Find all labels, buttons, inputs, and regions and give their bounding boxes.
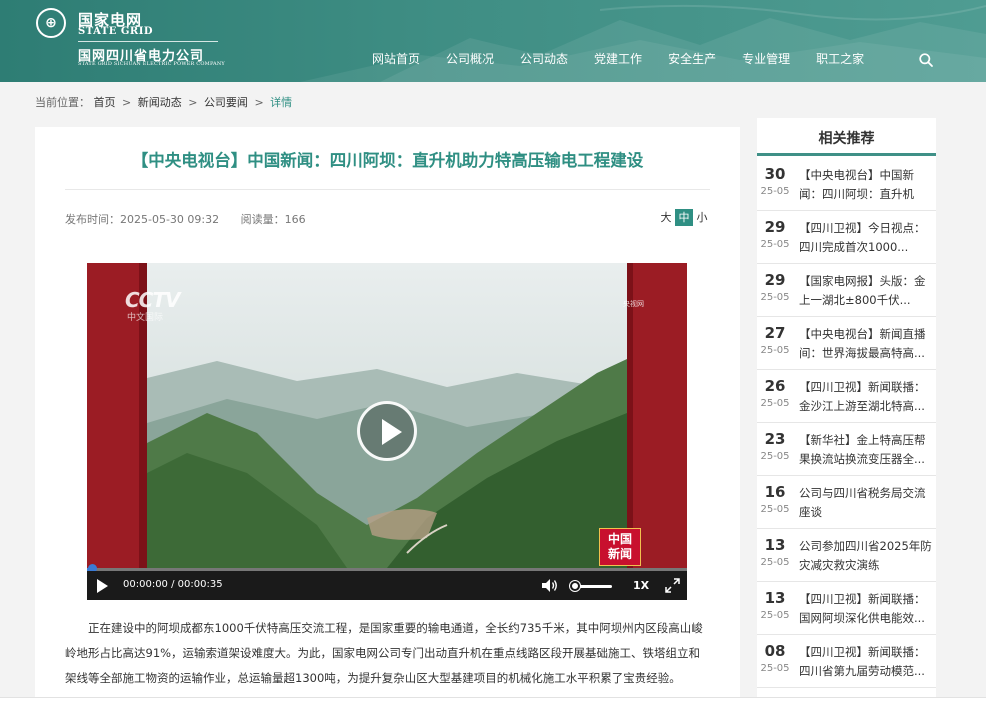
related-item[interactable]: 27 25-05 【中央电视台】新闻直播间：世界海拔最高特高... bbox=[757, 317, 936, 370]
related-item[interactable]: 16 25-05 公司与四川省税务局交流座谈 bbox=[757, 476, 936, 529]
font-size-small[interactable]: 小 bbox=[693, 209, 711, 226]
cctv-channel-sub: 中文国际 bbox=[127, 313, 164, 323]
breadcrumb-news[interactable]: 新闻动态 bbox=[138, 96, 182, 109]
article-title: 【中央电视台】中国新闻：四川阿坝：直升机助力特高压输电工程建设 bbox=[131, 151, 644, 170]
related-item-date: 25-05 bbox=[760, 557, 790, 568]
related-item-title[interactable]: 公司参加四川省2025年防灾减灾救灾演练 bbox=[799, 537, 933, 575]
sidebar-title: 相关推荐 bbox=[818, 131, 875, 147]
nav-item-home[interactable]: 网站首页 bbox=[372, 50, 420, 70]
badge-line-1: 中国 bbox=[607, 532, 632, 546]
related-item-title[interactable]: 【中央电视台】新闻直播间：世界海拔最高特高... bbox=[799, 325, 933, 363]
related-item[interactable]: 29 25-05 【国家电网报】头版：金上一湖北±800千伏... bbox=[757, 264, 936, 317]
breadcrumb-company-news[interactable]: 公司要闻 bbox=[204, 96, 248, 109]
related-item-date: 25-05 bbox=[760, 239, 790, 250]
related-item-day: 29 bbox=[764, 271, 786, 289]
related-item[interactable]: 29 25-05 【四川卫视】今日视点：四川完成首次1000... bbox=[757, 211, 936, 264]
related-item-title[interactable]: 【四川卫视】今日视点：四川完成首次1000... bbox=[799, 219, 933, 257]
related-item-title[interactable]: 公司与四川省税务局交流座谈 bbox=[799, 484, 933, 522]
related-item-day: 16 bbox=[764, 483, 786, 501]
article-card: 【中央电视台】中国新闻：四川阿坝：直升机助力特高压输电工程建设 发布时间：202… bbox=[35, 127, 740, 697]
related-item-day: 13 bbox=[764, 536, 786, 554]
related-item-day: 23 bbox=[764, 430, 786, 448]
related-item-title[interactable]: 【新华社】金上特高压帮果换流站换流变压器全... bbox=[799, 431, 933, 469]
related-item[interactable]: 13 25-05 【四川卫视】新闻联播：国网阿坝深化供电能效... bbox=[757, 582, 936, 635]
related-item[interactable]: 13 25-05 公司参加四川省2025年防灾减灾救灾演练 bbox=[757, 529, 936, 582]
breadcrumb-separator: > bbox=[188, 96, 198, 109]
page-bottom-strip bbox=[0, 697, 986, 712]
related-item-day: 13 bbox=[764, 589, 786, 607]
fullscreen-icon[interactable] bbox=[665, 578, 680, 593]
breadcrumb-separator: > bbox=[254, 96, 264, 109]
video-time: 00:00:00 / 00:00:35 bbox=[123, 579, 223, 590]
video-controls: 00:00:00 / 00:00:35 1X bbox=[87, 571, 687, 600]
related-item[interactable]: 26 25-05 【四川卫视】新闻联播：金沙江上游至湖北特高... bbox=[757, 370, 936, 423]
read-count: 阅读量：166 bbox=[240, 213, 306, 226]
related-item[interactable]: 30 25-05 【中央电视台】中国新闻：四川阿坝：直升机 bbox=[757, 158, 936, 211]
breadcrumb-home[interactable]: 首页 bbox=[94, 96, 116, 109]
related-item-date: 25-05 bbox=[760, 504, 790, 515]
state-grid-logo-icon: ⊕ bbox=[36, 8, 66, 38]
playback-rate[interactable]: 1X bbox=[633, 579, 649, 592]
nav-item-management[interactable]: 专业管理 bbox=[742, 50, 790, 70]
related-item-day: 27 bbox=[764, 324, 786, 342]
related-item-day: 26 bbox=[764, 377, 786, 395]
article-meta: 发布时间：2025-05-30 09:32 阅读量：166 bbox=[65, 211, 306, 227]
related-item-title[interactable]: 【四川卫视】新闻联播：四川省第九届劳动模范... bbox=[799, 643, 933, 681]
related-sidebar: 相关推荐 30 25-05 【中央电视台】中国新闻：四川阿坝：直升机 29 25-05 【… bbox=[757, 118, 936, 698]
related-item-date: 25-05 bbox=[760, 398, 790, 409]
breadcrumb-current: 详情 bbox=[270, 96, 293, 109]
breadcrumb: 当前位置： 首页 > 新闻动态 > 公司要闻 > 详情 bbox=[35, 94, 292, 110]
related-item-title[interactable]: 【中央电视台】中国新闻：四川阿坝：直升机 bbox=[799, 166, 933, 204]
logo-en: STATE GRID bbox=[78, 26, 154, 37]
related-item[interactable]: 08 25-05 【四川卫视】新闻联播：四川省第九届劳动模范... bbox=[757, 635, 936, 688]
related-item[interactable]: 23 25-05 【新华社】金上特高压帮果换流站换流变压器全... bbox=[757, 423, 936, 476]
nav-item-overview[interactable]: 公司概况 bbox=[446, 50, 494, 70]
related-item-day: 30 bbox=[764, 165, 786, 183]
nav-item-staff[interactable]: 职工之家 bbox=[816, 50, 864, 70]
related-item-date: 25-05 bbox=[760, 663, 790, 674]
font-size-switch: 大 中 小 bbox=[657, 209, 711, 226]
nav-item-news[interactable]: 公司动态 bbox=[520, 50, 568, 70]
play-icon[interactable] bbox=[97, 579, 108, 593]
nav-item-safety[interactable]: 安全生产 bbox=[668, 50, 716, 70]
related-item-date: 25-05 bbox=[760, 451, 790, 462]
video-player[interactable]: CCTV 中文国际 央视网 中国 新闻 00:00:00 / 00:00:35 … bbox=[87, 263, 687, 600]
related-item-day: 29 bbox=[764, 218, 786, 236]
font-size-large[interactable]: 大 bbox=[657, 209, 675, 226]
related-item-title[interactable]: 【国家电网报】头版：金上一湖北±800千伏... bbox=[799, 272, 933, 310]
volume-icon[interactable] bbox=[541, 578, 559, 593]
related-item-date: 25-05 bbox=[760, 610, 790, 621]
big-play-icon[interactable] bbox=[357, 401, 417, 461]
related-item-date: 25-05 bbox=[760, 292, 790, 303]
related-list: 30 25-05 【中央电视台】中国新闻：四川阿坝：直升机 29 25-05 【四川卫视】… bbox=[757, 158, 936, 688]
volume-knob[interactable] bbox=[570, 581, 581, 591]
badge-line-2: 新闻 bbox=[607, 547, 632, 561]
publish-time: 发布时间：2025-05-30 09:32 bbox=[65, 213, 220, 226]
breadcrumb-separator: > bbox=[122, 96, 132, 109]
logo-divider bbox=[78, 41, 218, 42]
related-item-day: 08 bbox=[764, 642, 786, 660]
nav-item-party[interactable]: 党建工作 bbox=[594, 50, 642, 70]
breadcrumb-prefix: 当前位置： bbox=[35, 96, 90, 109]
related-item-title[interactable]: 【四川卫视】新闻联播：金沙江上游至湖北特高... bbox=[799, 378, 933, 416]
article-body: 正在建设中的阿坝成都东1000千伏特高压交流工程，是国家重要的输电通道，全长约7… bbox=[65, 621, 703, 685]
related-item-date: 25-05 bbox=[760, 186, 790, 197]
font-size-medium[interactable]: 中 bbox=[675, 209, 693, 226]
site-header: ⊕ 国家电网 STATE GRID 国网四川省电力公司 STATE GRID S… bbox=[0, 0, 986, 82]
sidebar-title-rule bbox=[757, 153, 936, 156]
cctv-channel-logo: CCTV bbox=[125, 288, 180, 312]
china-news-badge: 中国 新闻 bbox=[599, 528, 641, 566]
related-item-title[interactable]: 【四川卫视】新闻联播：国网阿坝深化供电能效... bbox=[799, 590, 933, 628]
title-divider bbox=[65, 189, 710, 190]
video-corner-tag: 央视网 bbox=[623, 300, 644, 308]
logo-subsidiary-en: STATE GRID SICHUAN ELECTRIC POWER COMPAN… bbox=[78, 61, 225, 67]
related-item-date: 25-05 bbox=[760, 345, 790, 356]
search-icon[interactable] bbox=[918, 52, 934, 68]
main-nav: 网站首页 公司概况 公司动态 党建工作 安全生产 专业管理 职工之家 bbox=[372, 50, 890, 70]
